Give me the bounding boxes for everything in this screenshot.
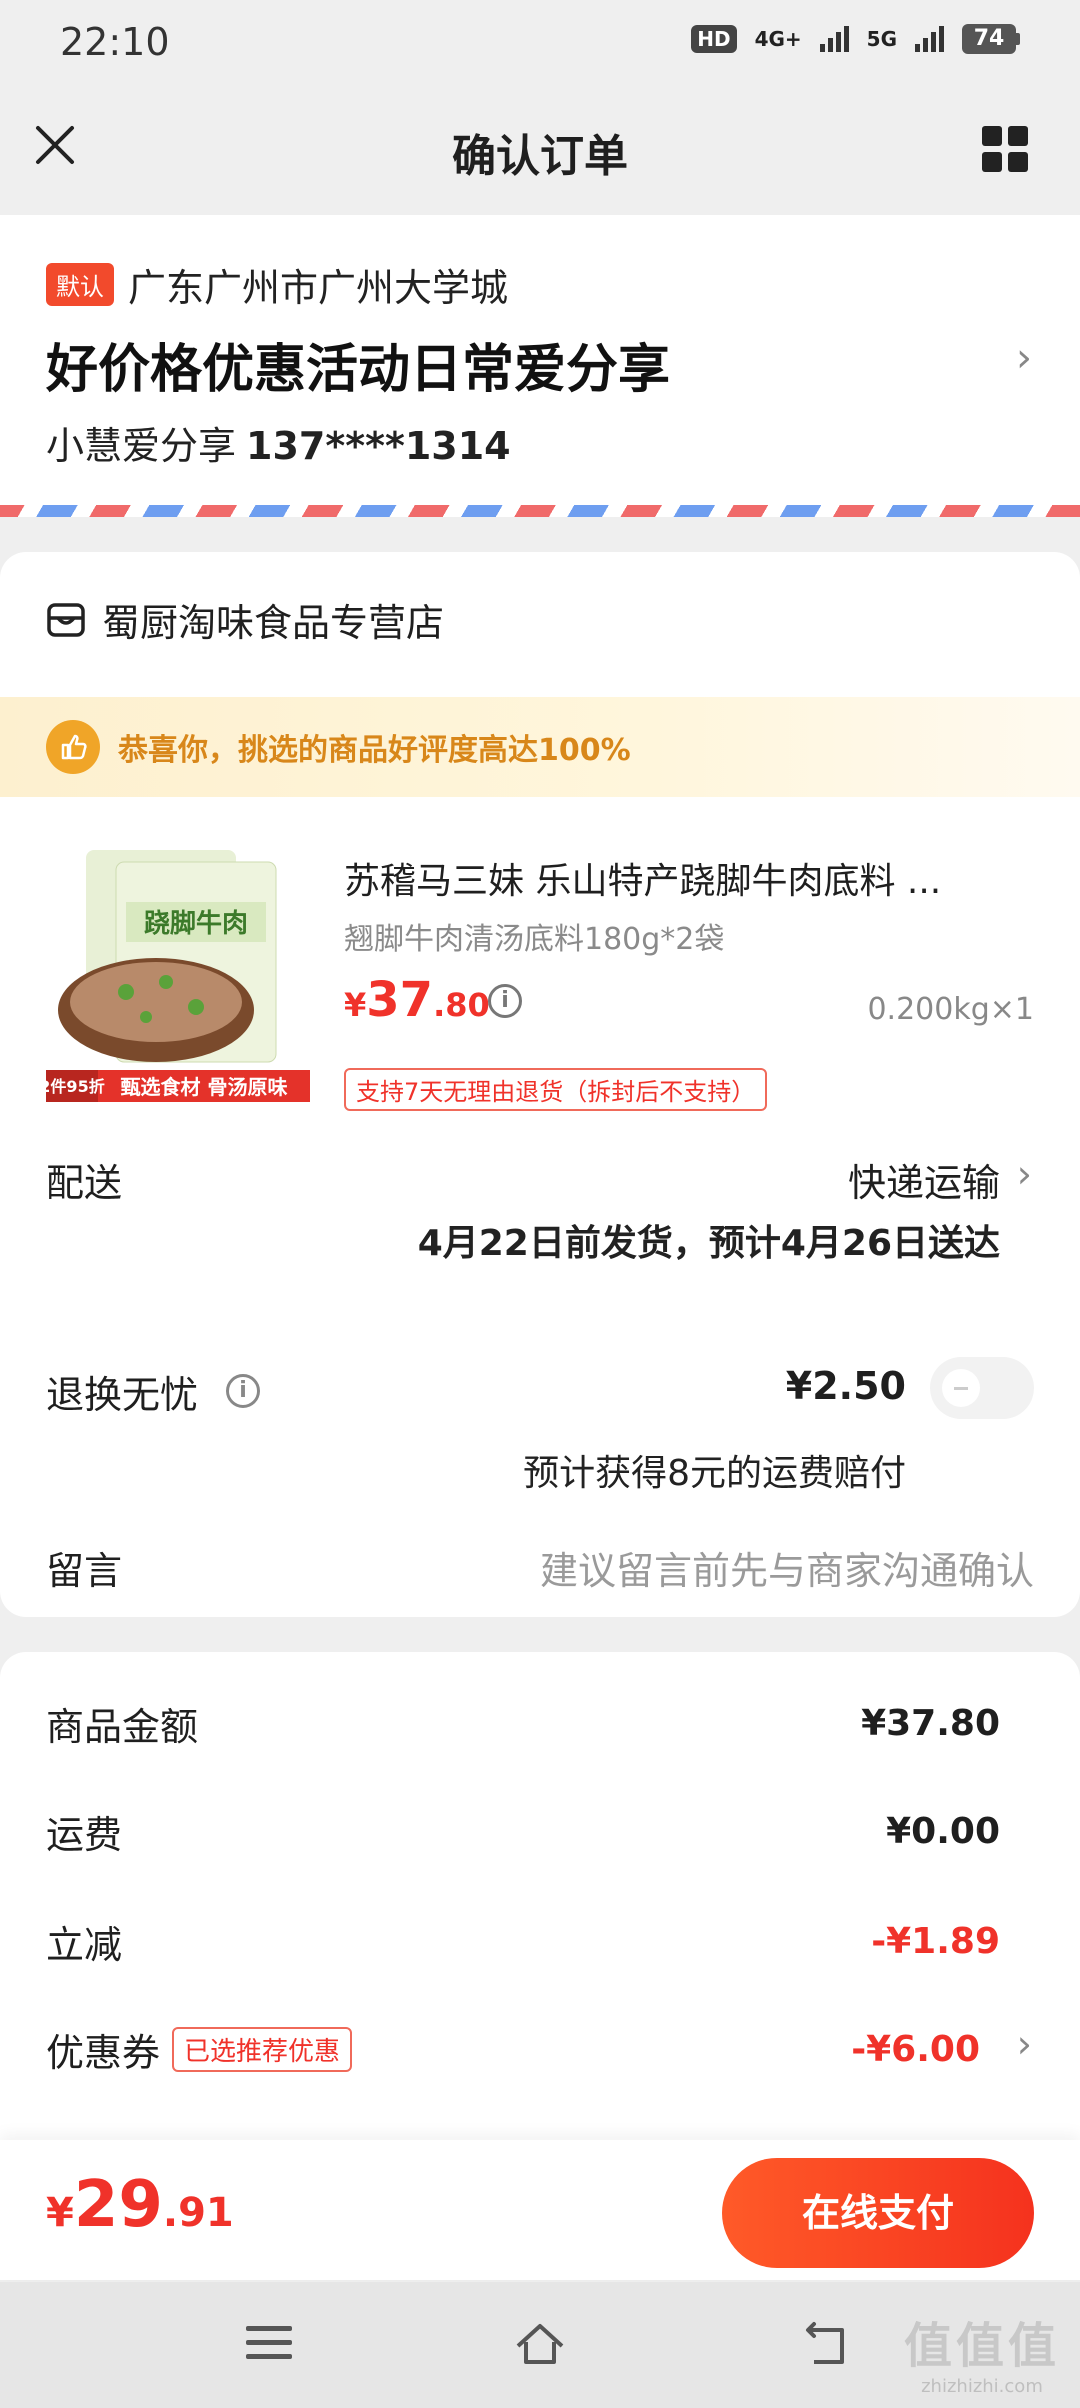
total-price: ¥29.91 [46, 2168, 234, 2242]
freight-value: ¥0.00 [886, 1811, 1000, 1852]
status-bar: 22:10 HD 4G+ 5G 74 [0, 0, 1080, 90]
promo-banner: 恭喜你，挑选的商品好评度高达100% [0, 697, 1080, 797]
network-4g-label: 4G+ [754, 27, 802, 51]
product-title[interactable]: 苏稽马三妹 乐山特产跷脚牛肉底料 ... [344, 852, 1034, 904]
more-menu-icon[interactable] [982, 126, 1028, 172]
product-price: ¥37.80 [344, 972, 490, 1028]
battery-icon: 74 [962, 24, 1020, 54]
price-summary: 商品金额 ¥37.80 运费 ¥0.00 立减 -¥1.89 优惠券 已选推荐优… [0, 1652, 1080, 2152]
store-name: 蜀厨淘味食品专营店 [102, 601, 445, 645]
freight-row: 运费 ¥0.00 [46, 1804, 1000, 1859]
recipient-phone: 137****1314 [246, 424, 511, 468]
return-insurance-toggle[interactable] [930, 1357, 1034, 1419]
shipping-date: 4月22日前发货，预计4月26日送达 [417, 1223, 1000, 1264]
pay-bar: ¥29.91 在线支付 [0, 2140, 1080, 2280]
return-insurance-price: ¥2.50 [785, 1364, 906, 1408]
signal-icon [819, 26, 849, 52]
shipping-method[interactable]: 快递运输 [848, 1152, 1000, 1207]
watermark-logo: 值值值 zhizhizhi.com [903, 2318, 1060, 2397]
coupon-row[interactable]: 优惠券 已选推荐优惠 -¥6.00 [46, 2022, 1014, 2077]
back-icon[interactable] [798, 2318, 852, 2372]
status-time: 22:10 [60, 20, 170, 64]
goods-amount-value: ¥37.80 [861, 1703, 1000, 1744]
discount-value: -¥1.89 [871, 1921, 1000, 1962]
default-address-tag: 默认 [46, 263, 114, 306]
discount-label: 立减 [46, 1923, 123, 1967]
message-input[interactable]: 建议留言前先与商家沟通确认 [540, 1540, 1034, 1595]
product-quantity: 0.200kg×1 [867, 992, 1034, 1027]
store-header[interactable]: 蜀厨淘味食品专营店 [46, 592, 444, 647]
network-5g-label: 5G [866, 27, 897, 51]
discount-row: 立减 -¥1.89 [46, 1914, 1000, 1969]
shipping-label: 配送 [46, 1161, 123, 1205]
recipient-name: 小慧爱分享 [46, 424, 237, 468]
page-title: 确认订单 [452, 131, 628, 182]
thumbs-up-icon [46, 720, 100, 774]
info-icon[interactable]: i [226, 1374, 260, 1408]
address-contact: 小慧爱分享 137****1314 [46, 415, 511, 470]
promo-text: 恭喜你，挑选的商品好评度高达100% [118, 733, 631, 768]
product-image-label: 跷脚牛肉 [144, 909, 248, 939]
product-image-banner: 甄选食材 骨汤原味 [121, 1075, 288, 1099]
chevron-right-icon[interactable]: › [1017, 1152, 1032, 1196]
return-insurance-note: 预计获得8元的运费赔付 [523, 1453, 906, 1494]
product-image-badge: 2件95折 [46, 1077, 105, 1096]
freight-label: 运费 [46, 1813, 123, 1857]
product-sku: 翘脚牛肉清汤底料180g*2袋 [344, 922, 725, 957]
return-insurance-label: 退换无忧 [46, 1373, 199, 1417]
pay-button[interactable]: 在线支付 [722, 2158, 1034, 2268]
price-info-icon[interactable]: i [488, 984, 522, 1018]
envelope-stripe [0, 505, 1080, 517]
address-detail: 好价格优惠活动日常爱分享 [46, 340, 671, 400]
store-card: 蜀厨淘味食品专营店 恭喜你，挑选的商品好评度高达100% 跷脚牛肉 2件95折 … [0, 552, 1080, 1617]
signal-icon-2 [915, 26, 944, 52]
chevron-right-icon: › [1016, 335, 1032, 381]
store-icon [47, 602, 85, 637]
goods-amount-label: 商品金额 [46, 1705, 199, 1749]
coupon-label: 优惠券 [46, 2031, 161, 2075]
nav-header: 确认订单 [0, 90, 1080, 210]
address-region: 广东广州市广州大学城 [128, 266, 509, 310]
toggle-knob [942, 1369, 980, 1407]
system-nav-bar: 值值值 zhizhizhi.com [0, 2282, 1080, 2408]
coupon-tag: 已选推荐优惠 [172, 2027, 353, 2072]
status-icons: HD 4G+ 5G 74 [691, 24, 1020, 54]
menu-icon[interactable] [246, 2326, 292, 2368]
product-image[interactable]: 跷脚牛肉 2件95折 甄选食材 骨汤原味 [46, 842, 310, 1102]
address-card[interactable]: 默认 广东广州市广州大学城 好价格优惠活动日常爱分享 › 小慧爱分享 137***… [0, 215, 1080, 517]
hd-icon: HD [691, 25, 737, 53]
battery-level: 74 [962, 24, 1016, 54]
chevron-right-icon[interactable]: › [1017, 2022, 1032, 2066]
goods-amount-row: 商品金额 ¥37.80 [46, 1696, 1000, 1751]
return-policy-tag: 支持7天无理由退货（拆封后不支持） [344, 1068, 768, 1111]
coupon-value: -¥6.00 [851, 2029, 980, 2070]
home-icon[interactable] [512, 2316, 568, 2372]
message-label: 留言 [46, 1549, 123, 1593]
